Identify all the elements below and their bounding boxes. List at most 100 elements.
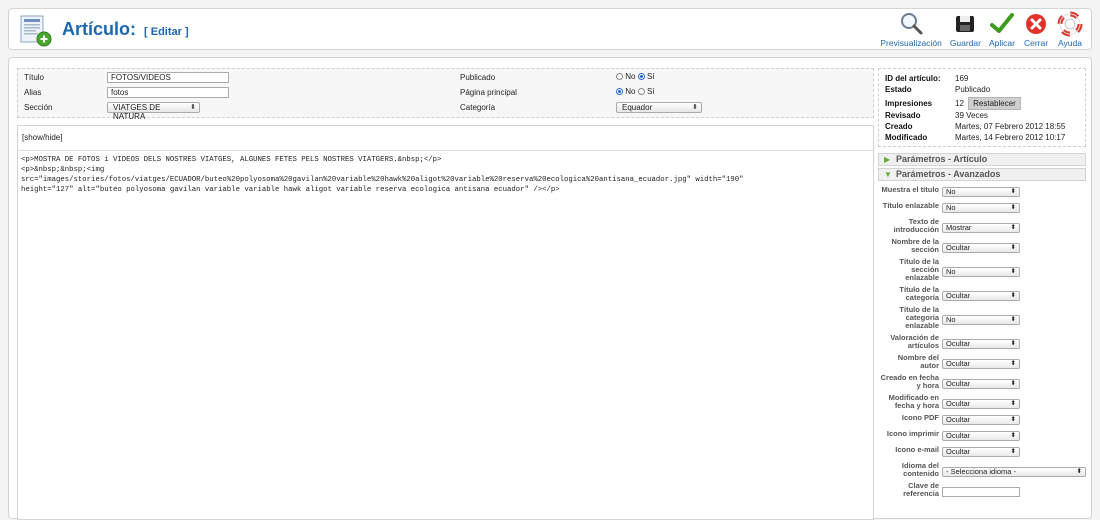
alias-input[interactable]: fotos: [107, 87, 229, 98]
edit-label: [ Editar ]: [144, 26, 189, 38]
categoria-label: Categoría: [460, 103, 496, 112]
info-estado-label: Estado: [885, 85, 912, 94]
reset-hits-button[interactable]: Restablecer: [968, 97, 1021, 110]
param-label: Título enlazable: [882, 201, 939, 210]
param-value: Ocultar: [946, 291, 971, 300]
frontpage-no-label: No: [625, 87, 636, 96]
seccion-label: Sección: [24, 103, 53, 112]
frontpage-no-radio[interactable]: [616, 88, 623, 95]
param-select[interactable]: No ⬍: [942, 315, 1020, 325]
info-modificado-value: Martes, 14 Febrero 2012 10:17: [955, 133, 1066, 142]
select-arrows-icon: ⬍: [1010, 188, 1016, 195]
params-article-header[interactable]: ▶ Parámetros - Artículo: [878, 153, 1086, 166]
param-label: Título de la categoría enlazable: [899, 305, 939, 330]
save-icon: [956, 16, 975, 32]
parameters-panel: ▶ Parámetros - Artículo ▼ Parámetros - A…: [878, 153, 1086, 520]
info-id-label: ID del artículo:: [885, 74, 941, 83]
title-input[interactable]: FOTOS/VIDEOS: [107, 72, 229, 83]
param-value: Ocultar: [946, 359, 971, 368]
apply-button[interactable]: Aplicar: [989, 11, 1015, 48]
select-arrows-icon: ⬍: [1010, 204, 1016, 211]
select-arrows-icon: ⬍: [1010, 340, 1016, 347]
param-label: Clave de referencia: [903, 481, 939, 498]
param-select[interactable]: No ⬍: [942, 267, 1020, 277]
param-value: Ocultar: [946, 447, 971, 456]
param-value: No: [946, 187, 956, 196]
frontpage-radio-group: No Sí: [616, 87, 655, 96]
param-row: Icono e-mail Ocultar ⬍: [878, 446, 1086, 458]
params-advanced-header[interactable]: ▼ Parámetros - Avanzados: [878, 168, 1086, 181]
select-arrows-icon: ⬍: [1010, 380, 1016, 387]
collapse-arrow-icon: ▼: [884, 170, 892, 179]
param-value: - Selecciona idioma -: [946, 467, 1017, 476]
param-label: Icono imprimir: [886, 429, 939, 438]
main-panel: Título FOTOS/VIDEOS Alias fotos Sección …: [8, 57, 1092, 520]
show-hide-toggle[interactable]: [show/hide]: [22, 133, 62, 142]
param-row: Texto de introducción Mostrar ⬍: [878, 218, 1086, 234]
close-icon: [1026, 14, 1046, 34]
reference-key-input[interactable]: [942, 487, 1020, 497]
param-select[interactable]: Ocultar ⬍: [942, 339, 1020, 349]
toolbar: Previsualización Guardar Aplicar Cerrar: [876, 11, 1087, 49]
select-arrows-icon: ⬍: [1010, 224, 1016, 231]
article-properties: Título FOTOS/VIDEOS Alias fotos Sección …: [17, 68, 874, 121]
param-row: Modificado en fecha y hora Ocultar ⬍: [878, 394, 1086, 410]
param-select[interactable]: Ocultar ⬍: [942, 415, 1020, 425]
param-row: Título de la sección enlazable No ⬍: [878, 258, 1086, 282]
info-revisado-value: 39 Veces: [955, 111, 988, 120]
published-no-radio[interactable]: [616, 73, 623, 80]
info-creado-label: Creado: [885, 122, 913, 131]
editor-textarea[interactable]: <p>MOSTRA DE FOTOS i VIDEOS DELS NOSTRES…: [18, 150, 873, 520]
param-row: Idioma del contenido - Selecciona idioma …: [878, 462, 1086, 478]
select-arrows-icon: ⬍: [1010, 316, 1016, 323]
alias-label: Alias: [24, 88, 42, 97]
close-label: Cerrar: [1023, 38, 1049, 48]
preview-button[interactable]: Previsualización: [880, 11, 942, 48]
param-select[interactable]: No ⬍: [942, 203, 1020, 213]
param-select[interactable]: Ocultar ⬍: [942, 399, 1020, 409]
param-value: Ocultar: [946, 399, 971, 408]
param-label: Icono e-mail: [895, 445, 939, 454]
frontpage-yes-radio[interactable]: [637, 88, 645, 95]
select-arrows-icon: ⬍: [190, 104, 196, 111]
help-button[interactable]: Ayuda: [1057, 11, 1083, 48]
save-button[interactable]: Guardar: [950, 11, 981, 48]
param-select[interactable]: Ocultar ⬍: [942, 291, 1020, 301]
param-label: Texto de introducción: [893, 217, 939, 234]
param-value: No: [946, 267, 956, 276]
param-select[interactable]: Ocultar ⬍: [942, 447, 1020, 457]
info-estado-row: Estado Publicado: [885, 85, 990, 94]
param-select[interactable]: - Selecciona idioma - ⬍: [942, 467, 1086, 477]
apply-label: Aplicar: [989, 38, 1015, 48]
info-estado-value: Publicado: [955, 85, 991, 94]
frontpage-yes-label: Sí: [646, 87, 655, 96]
category-select[interactable]: Equador ⬍: [616, 102, 702, 113]
article-add-icon: [19, 13, 53, 47]
param-label: Muestra el título: [881, 185, 939, 194]
info-id-row: ID del artículo: 169: [885, 74, 968, 83]
select-arrows-icon: ⬍: [1010, 448, 1016, 455]
param-select[interactable]: Mostrar ⬍: [942, 223, 1020, 233]
param-value: Ocultar: [946, 379, 971, 388]
param-value: No: [946, 203, 956, 212]
param-row: Icono imprimir Ocultar ⬍: [878, 430, 1086, 442]
param-select[interactable]: Ocultar ⬍: [942, 359, 1020, 369]
param-value: Ocultar: [946, 243, 971, 252]
select-arrows-icon: ⬍: [1010, 292, 1016, 299]
param-select[interactable]: Ocultar ⬍: [942, 431, 1020, 441]
param-row: Nombre de la sección Ocultar ⬍: [878, 238, 1086, 254]
param-select[interactable]: Ocultar ⬍: [942, 379, 1020, 389]
published-yes-radio[interactable]: [637, 73, 645, 80]
param-select[interactable]: No ⬍: [942, 187, 1020, 197]
info-impresiones-row: Impresiones 12 Restablecer: [885, 97, 1021, 110]
select-arrows-icon: ⬍: [1010, 268, 1016, 275]
param-row: Título enlazable No ⬍: [878, 202, 1086, 214]
param-row: Icono PDF Ocultar ⬍: [878, 414, 1086, 426]
pagina-label: Página principal: [460, 88, 517, 97]
section-select[interactable]: VIATGES DE NATURA ⬍: [107, 102, 200, 121]
select-arrows-icon: ⬍: [1010, 416, 1016, 423]
published-yes-label: Sí: [646, 72, 655, 81]
close-button[interactable]: Cerrar: [1023, 11, 1049, 48]
param-select[interactable]: Ocultar ⬍: [942, 243, 1020, 253]
page-title: Artículo: [ Editar ]: [62, 19, 189, 40]
